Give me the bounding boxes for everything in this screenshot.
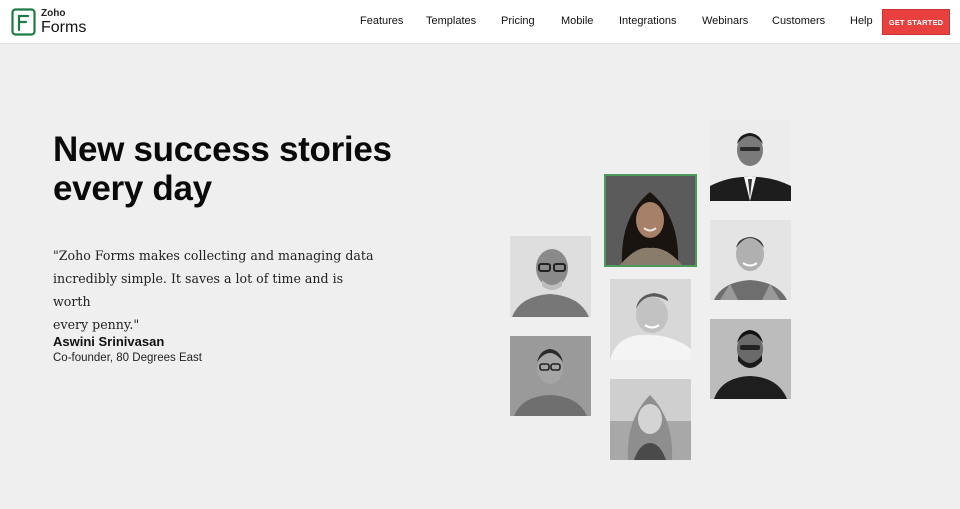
nav-link-customers[interactable]: Customers xyxy=(772,15,825,27)
customer-photo-bearded-man[interactable] xyxy=(710,319,791,399)
customer-photo-woman-field[interactable] xyxy=(610,379,691,460)
nav-link-features[interactable]: Features xyxy=(360,15,403,27)
nav-links: Features Templates Pricing Mobile Integr… xyxy=(0,0,960,44)
quote-line-3: every penny." xyxy=(53,317,140,332)
quote-line-1: "Zoho Forms makes collecting and managin… xyxy=(53,248,374,263)
nav-link-pricing[interactable]: Pricing xyxy=(501,15,535,27)
customer-photo-man-suit[interactable] xyxy=(710,120,791,201)
headline-line-1: New success stories xyxy=(53,130,392,169)
person-silhouette-icon xyxy=(710,319,791,399)
person-silhouette-icon xyxy=(710,220,791,300)
top-navbar: Zoho Forms Features Templates Pricing Mo… xyxy=(0,0,960,44)
person-silhouette-icon xyxy=(710,120,791,201)
person-silhouette-icon xyxy=(610,379,691,460)
customer-photo-young-man[interactable] xyxy=(610,279,691,360)
person-silhouette-icon xyxy=(610,279,691,360)
nav-link-mobile[interactable]: Mobile xyxy=(561,15,593,27)
customer-photo-man-glasses-young[interactable] xyxy=(510,336,591,416)
nav-link-templates[interactable]: Templates xyxy=(426,15,476,27)
customer-photo-man-glasses-bald[interactable] xyxy=(510,236,591,317)
testimonial-author: Aswini Srinivasan xyxy=(53,334,165,349)
testimonial-quote: "Zoho Forms makes collecting and managin… xyxy=(53,244,383,336)
quote-line-2: incredibly simple. It saves a lot of tim… xyxy=(53,271,344,309)
person-silhouette-icon xyxy=(606,176,695,265)
testimonial-role: Co-founder, 80 Degrees East xyxy=(53,352,202,364)
customer-photo-woman-featured[interactable] xyxy=(604,174,697,267)
hero-headline: New success stories every day xyxy=(53,130,453,208)
person-silhouette-icon xyxy=(510,336,591,416)
customer-photo-man-smiling[interactable] xyxy=(710,220,791,300)
headline-line-2: every day xyxy=(53,169,212,208)
nav-link-help[interactable]: Help xyxy=(850,15,873,27)
person-silhouette-icon xyxy=(510,236,591,317)
nav-link-webinars[interactable]: Webinars xyxy=(702,15,748,27)
get-started-button[interactable]: GET STARTED xyxy=(882,9,950,35)
nav-link-integrations[interactable]: Integrations xyxy=(619,15,676,27)
